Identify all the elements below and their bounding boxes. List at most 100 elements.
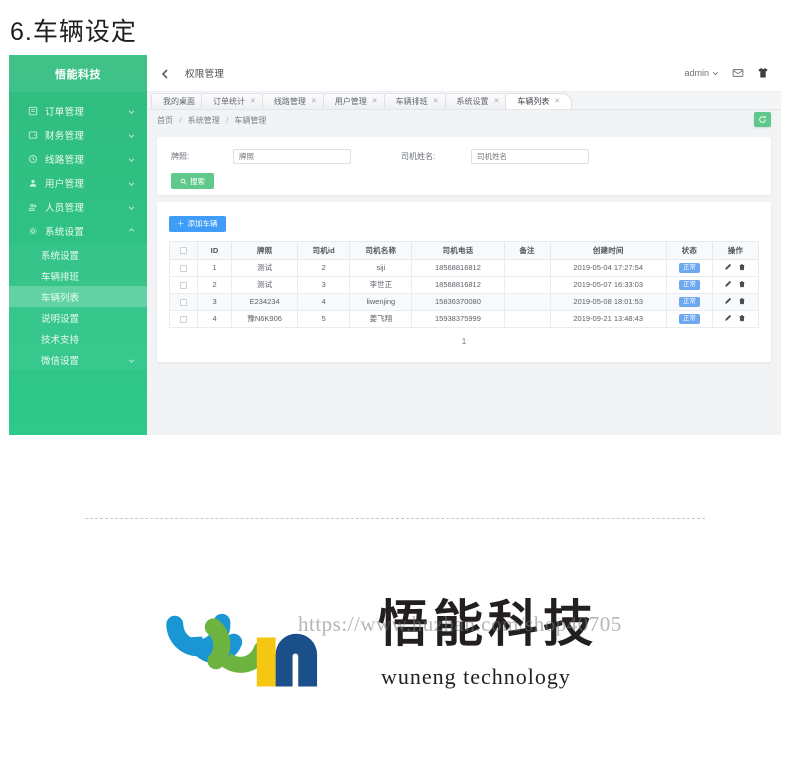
column-operations: 操作	[711, 240, 760, 260]
pencil-icon[interactable]	[724, 314, 732, 322]
tab-route-management[interactable]: 线路管理 ✕	[261, 93, 329, 109]
cell-driver-id: 3	[297, 275, 351, 294]
table-row: 3 E234234 4 liwenjing 15836370080 2019-0…	[168, 292, 760, 311]
sidebar-subitem-description-settings[interactable]: 说明设置	[9, 307, 147, 328]
column-created: 创建时间	[549, 240, 667, 260]
cell-operations	[711, 309, 760, 328]
cell-phone: 15836370080	[411, 292, 505, 311]
sidebar-subitem-wechat-settings[interactable]: 微信设置	[9, 349, 147, 370]
tab-label: 车辆列表	[517, 97, 550, 106]
cell-phone: 15938375999	[411, 309, 505, 328]
pencil-icon[interactable]	[724, 280, 732, 288]
clipboard-icon	[27, 105, 39, 117]
sidebar-item-orders[interactable]: 订单管理	[9, 100, 147, 122]
gear-icon	[27, 225, 39, 237]
breadcrumb-home[interactable]: 首页	[157, 116, 173, 125]
sidebar-submenu: 系统设置 车辆排班 车辆列表 说明设置 技术支持 微信设置	[9, 244, 147, 370]
sidebar-item-users[interactable]: 用户管理	[9, 172, 147, 194]
breadcrumb-level2[interactable]: 系统管理	[188, 116, 220, 125]
row-checkbox[interactable]	[180, 298, 188, 306]
trash-icon[interactable]	[738, 263, 746, 271]
cell-id: 4	[197, 309, 233, 328]
search-button[interactable]: 搜索	[171, 173, 214, 189]
status-badge: 正常	[678, 296, 700, 308]
chevron-down-icon	[128, 132, 135, 139]
row-select-cell[interactable]	[168, 258, 199, 277]
cell-plate: E234234	[231, 292, 299, 311]
tab-vehicle-list[interactable]: 车辆列表 ✕	[505, 93, 573, 109]
trash-icon[interactable]	[738, 297, 746, 305]
tab-bar: 我的桌面 订单统计 ✕ 线路管理 ✕ 用户管理 ✕ 车辆排班 ✕ 系统设置 ✕ 车辆列表 ✕	[147, 92, 781, 110]
close-icon[interactable]: ✕	[372, 98, 378, 105]
plate-input[interactable]	[233, 149, 351, 164]
page-number-1[interactable]: 1	[462, 337, 466, 346]
column-driver-id: 司机id	[297, 240, 351, 260]
column-select-all[interactable]	[168, 240, 199, 260]
row-select-cell[interactable]	[168, 309, 199, 328]
column-id: ID	[197, 240, 233, 260]
logo-text-en: wuneng technology	[381, 664, 571, 689]
pagination: 1	[169, 337, 759, 346]
sidebar-item-finance[interactable]: 财务管理	[9, 124, 147, 146]
table-row: 1 测试 2 siji 18568816812 2019-05-04 17:27…	[168, 258, 760, 277]
close-icon[interactable]: ✕	[433, 98, 439, 105]
sidebar-subitem-tech-support[interactable]: 技术支持	[9, 328, 147, 349]
close-icon[interactable]: ✕	[311, 98, 317, 105]
tab-my-desktop[interactable]: 我的桌面	[151, 93, 207, 109]
section-divider	[85, 518, 705, 519]
row-select-cell[interactable]	[168, 292, 199, 311]
cell-plate: 测试	[231, 275, 299, 294]
company-logo: 悟能科技 wuneng technology	[150, 588, 650, 700]
shirt-icon[interactable]	[757, 67, 769, 79]
sidebar-sublabel: 说明设置	[41, 313, 80, 325]
chevron-down-icon	[128, 156, 135, 163]
add-vehicle-button[interactable]: ＋ 添加车辆	[169, 215, 226, 232]
breadcrumb-bar: 首页 / 系统管理 / 车辆管理	[147, 110, 781, 130]
pencil-icon[interactable]	[724, 263, 732, 271]
close-icon[interactable]: ✕	[494, 98, 500, 105]
sidebar-item-system-settings[interactable]: 系统设置	[9, 220, 147, 242]
cell-driver-id: 2	[297, 258, 351, 277]
close-icon[interactable]: ✕	[250, 98, 256, 105]
cell-id: 2	[197, 275, 233, 294]
sidebar: 悟能科技 订单管理 财务管理 线路管理 用户管理 人员管理 系统设置 系统设置 …	[9, 55, 147, 435]
tab-label: 订单统计	[213, 97, 245, 106]
pencil-icon[interactable]	[724, 297, 732, 305]
chevron-left-icon[interactable]	[159, 67, 171, 79]
cell-driver-name: 李世正	[349, 275, 413, 294]
tab-user-management[interactable]: 用户管理 ✕	[322, 93, 390, 109]
breadcrumb-separator: /	[179, 115, 182, 125]
trash-icon[interactable]	[738, 280, 746, 288]
sidebar-subitem-system-config[interactable]: 系统设置	[9, 244, 147, 265]
close-icon[interactable]: ✕	[554, 98, 560, 105]
row-checkbox[interactable]	[180, 315, 188, 323]
tab-label: 用户管理	[334, 97, 367, 106]
tab-label: 系统设置	[456, 97, 489, 106]
refresh-button[interactable]	[754, 112, 771, 127]
cell-created: 2019-05-04 17:27:54	[549, 258, 667, 277]
cell-operations	[711, 258, 760, 277]
table-row: 4 豫N6K906 5 姜飞翔 15938375999 2019-09-21 1…	[168, 309, 760, 328]
cell-note	[503, 309, 551, 328]
trash-icon[interactable]	[738, 314, 746, 322]
row-checkbox[interactable]	[180, 281, 188, 289]
tab-vehicle-schedule[interactable]: 车辆排班 ✕	[383, 93, 451, 109]
sidebar-subitem-vehicle-list[interactable]: 车辆列表	[9, 286, 147, 307]
breadcrumb: 首页 / 系统管理 / 车辆管理	[157, 115, 266, 126]
row-checkbox[interactable]	[180, 264, 188, 272]
select-all-checkbox[interactable]	[180, 247, 188, 255]
row-select-cell[interactable]	[168, 275, 199, 294]
tab-order-stats[interactable]: 订单统计 ✕	[201, 93, 268, 109]
topbar-actions: admin	[684, 67, 769, 79]
column-plate: 牌照	[231, 240, 299, 260]
topbar: 权限管理 admin	[147, 55, 781, 92]
chevron-down-icon	[712, 71, 719, 75]
route-icon	[27, 153, 39, 165]
tab-system-settings[interactable]: 系统设置 ✕	[444, 93, 512, 109]
sidebar-item-staff[interactable]: 人员管理	[9, 196, 147, 218]
envelope-icon[interactable]	[732, 67, 744, 79]
driver-name-input[interactable]	[471, 149, 589, 164]
sidebar-subitem-vehicle-schedule[interactable]: 车辆排班	[9, 265, 147, 286]
sidebar-item-routes[interactable]: 线路管理	[9, 148, 147, 170]
user-menu[interactable]: admin	[684, 68, 719, 78]
